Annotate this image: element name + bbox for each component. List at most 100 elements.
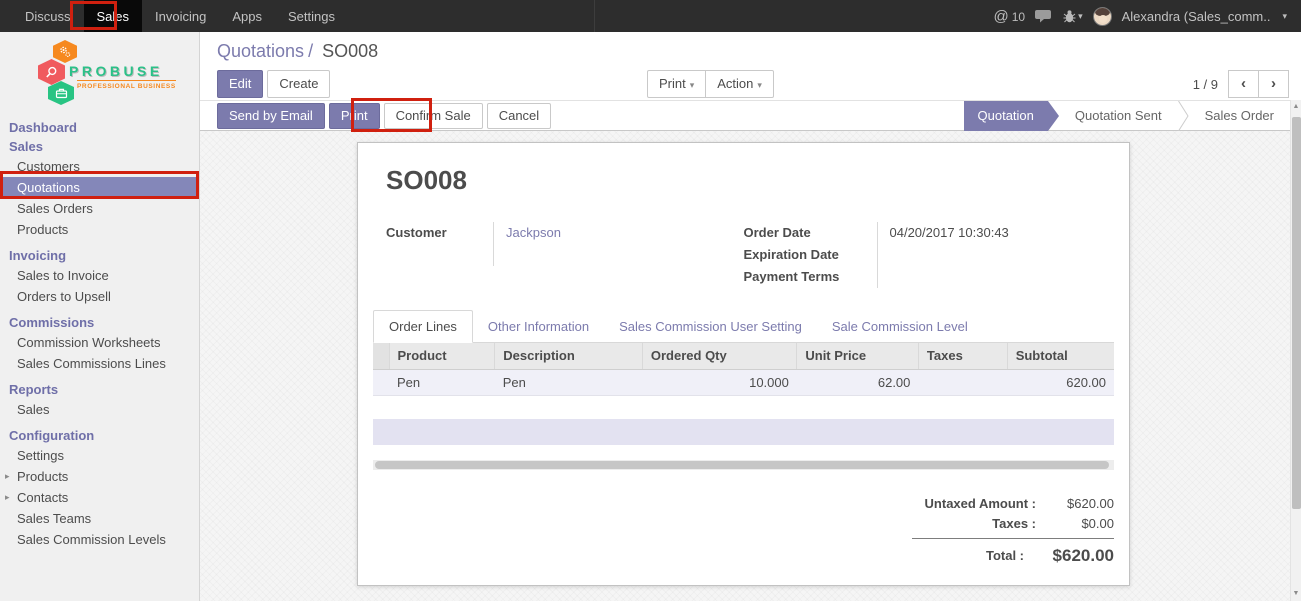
untaxed-amount-value: $620.00	[1036, 496, 1114, 511]
expand-arrow-icon[interactable]: ▸	[5, 487, 10, 508]
sidebar-section-configuration[interactable]: Configuration	[0, 426, 199, 445]
sidebar-item-sales-to-invoice[interactable]: Sales to Invoice	[0, 265, 199, 286]
sidebar-item-customers[interactable]: Customers	[0, 156, 199, 177]
nav-item-discuss[interactable]: Discuss	[12, 0, 84, 32]
tab-sales-commission-user-setting[interactable]: Sales Commission User Setting	[604, 311, 817, 342]
sidebar-menu: Dashboard Sales Customers Quotations Sal…	[0, 118, 199, 550]
stage-sales-order[interactable]: Sales Order	[1189, 101, 1290, 131]
sidebar-item-config-contacts[interactable]: ▸ Contacts	[0, 487, 199, 508]
sidebar-item-commission-worksheets[interactable]: Commission Worksheets	[0, 332, 199, 353]
user-menu[interactable]: Alexandra (Sales_comm..	[1122, 9, 1271, 24]
nav-item-settings[interactable]: Settings	[275, 0, 348, 32]
company-logo: PROBUSE PROFESSIONAL BUSINESS	[0, 32, 199, 118]
mentions-counter[interactable]: @ 10	[994, 8, 1026, 25]
expiration-date-label: Expiration Date	[744, 244, 877, 266]
cell-product[interactable]: Pen	[389, 369, 495, 395]
taxes-value: $0.00	[1036, 516, 1114, 531]
control-buttons-row: Edit Create Print▾ Action▾ 1 / 9 ‹ ›	[217, 70, 1301, 100]
sidebar: PROBUSE PROFESSIONAL BUSINESS Dashboard …	[0, 32, 200, 601]
sidebar-item-config-products[interactable]: ▸ Products	[0, 466, 199, 487]
sidebar-item-dashboard[interactable]: Dashboard	[0, 118, 199, 137]
pager: 1 / 9 ‹ ›	[1193, 70, 1289, 98]
expand-arrow-icon[interactable]: ▸	[5, 466, 10, 487]
top-navbar: Discuss Sales Invoicing Apps Settings @ …	[0, 0, 1301, 32]
column-unit-price[interactable]: Unit Price	[797, 343, 919, 369]
action-dropdown-label: Action	[717, 76, 753, 91]
payment-terms-label: Payment Terms	[744, 266, 877, 288]
pager-previous-button[interactable]: ‹	[1228, 70, 1259, 98]
edit-button[interactable]: Edit	[217, 70, 263, 98]
cell-ordered-qty[interactable]: 10.000	[642, 369, 796, 395]
order-date-field[interactable]: 04/20/2017 10:30:43	[877, 222, 1102, 288]
sidebar-section-invoicing[interactable]: Invoicing	[0, 246, 199, 265]
table-header-row: Product Description Ordered Qty Unit Pri…	[373, 343, 1114, 369]
create-button[interactable]: Create	[267, 70, 330, 98]
tab-order-lines[interactable]: Order Lines	[373, 310, 473, 343]
breadcrumb-current: SO008	[322, 41, 378, 61]
scrollbar-down-arrow[interactable]: ▼	[1291, 587, 1301, 601]
avatar[interactable]	[1093, 7, 1112, 26]
breadcrumb-quotations-link[interactable]: Quotations	[217, 41, 304, 61]
sidebar-item-config-settings[interactable]: Settings	[0, 445, 199, 466]
sidebar-item-sales-teams[interactable]: Sales Teams	[0, 508, 199, 529]
nav-item-sales[interactable]: Sales	[84, 0, 143, 32]
vertical-scrollbar-thumb[interactable]	[1292, 117, 1301, 509]
brand-name: PROBUSE	[69, 63, 163, 79]
stage-pipeline: Quotation Quotation Sent Sales Order	[964, 101, 1290, 131]
column-ordered-qty[interactable]: Ordered Qty	[642, 343, 796, 369]
sidebar-section-commissions[interactable]: Commissions	[0, 313, 199, 332]
cell-unit-price[interactable]: 62.00	[797, 369, 919, 395]
tab-sale-commission-level[interactable]: Sale Commission Level	[817, 311, 983, 342]
debug-caret-icon: ▾	[1078, 11, 1083, 22]
scrollbar-up-arrow[interactable]: ▲	[1291, 100, 1301, 114]
sidebar-item-reports-sales[interactable]: Sales	[0, 399, 199, 420]
sidebar-item-sales-orders[interactable]: Sales Orders	[0, 198, 199, 219]
cancel-button[interactable]: Cancel	[487, 103, 551, 129]
sidebar-item-products[interactable]: Products	[0, 219, 199, 240]
column-subtotal[interactable]: Subtotal	[1007, 343, 1114, 369]
messages-icon[interactable]	[1035, 9, 1053, 23]
sidebar-item-orders-to-upsell[interactable]: Orders to Upsell	[0, 286, 199, 307]
totals-divider	[912, 538, 1114, 539]
customer-link[interactable]: Jackpson	[506, 225, 561, 240]
nav-item-invoicing[interactable]: Invoicing	[142, 0, 219, 32]
nav-item-apps[interactable]: Apps	[219, 0, 275, 32]
vertical-scrollbar[interactable]: ▲ ▼	[1290, 100, 1301, 601]
sidebar-item-sales-commission-levels[interactable]: Sales Commission Levels	[0, 529, 199, 550]
sidebar-item-sales-commissions-lines[interactable]: Sales Commissions Lines	[0, 353, 199, 374]
sidebar-item-quotations[interactable]: Quotations	[0, 177, 199, 198]
print-dropdown-button[interactable]: Print▾	[647, 70, 706, 98]
stage-quotation-sent[interactable]: Quotation Sent	[1059, 101, 1178, 131]
print-button[interactable]: Print	[329, 103, 380, 129]
sidebar-section-sales[interactable]: Sales	[0, 137, 199, 156]
table-row[interactable]: Pen Pen 10.000 62.00 620.00	[373, 369, 1114, 395]
cell-description[interactable]: Pen	[495, 369, 643, 395]
horizontal-scrollbar[interactable]	[373, 460, 1114, 470]
action-dropdown-button[interactable]: Action▾	[705, 70, 774, 98]
stage-quotation[interactable]: Quotation	[964, 101, 1048, 131]
customer-field[interactable]: Jackpson	[493, 222, 744, 266]
sidebar-section-reports[interactable]: Reports	[0, 380, 199, 399]
sidebar-item-label: Contacts	[17, 490, 68, 505]
row-handle-cell	[373, 369, 389, 395]
send-by-email-button[interactable]: Send by Email	[217, 103, 325, 129]
systray: @ 10 ▾ Alexandra (Sales_comm.. ▾	[994, 0, 1301, 32]
form-view-background: SO008 Customer Jackpson Order Date Expir…	[200, 131, 1301, 601]
user-menu-caret-icon: ▾	[1282, 11, 1287, 22]
total-label: Total :	[902, 548, 1024, 563]
untaxed-amount-label: Untaxed Amount :	[902, 496, 1036, 511]
column-product[interactable]: Product	[389, 343, 495, 369]
confirm-sale-button[interactable]: Confirm Sale	[384, 103, 483, 129]
cell-subtotal[interactable]: 620.00	[1007, 369, 1114, 395]
document-title: SO008	[386, 165, 1101, 196]
pager-next-button[interactable]: ›	[1258, 70, 1289, 98]
horizontal-scrollbar-thumb[interactable]	[375, 461, 1109, 469]
column-description[interactable]: Description	[495, 343, 643, 369]
print-caret-icon: ▾	[690, 80, 695, 90]
cell-taxes[interactable]	[918, 369, 1007, 395]
column-taxes[interactable]: Taxes	[918, 343, 1007, 369]
debug-icon[interactable]: ▾	[1063, 9, 1083, 23]
sidebar-item-label: Products	[17, 469, 68, 484]
avatar-face	[1099, 15, 1107, 23]
tab-other-information[interactable]: Other Information	[473, 311, 604, 342]
